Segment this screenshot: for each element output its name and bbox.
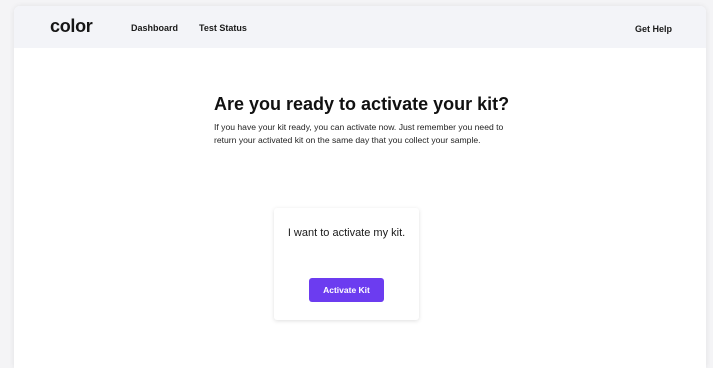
nav-test-status-link[interactable]: Test Status	[199, 22, 247, 34]
page-title: Are you ready to activate your kit?	[214, 94, 510, 114]
top-nav-bar: color Dashboard Test Status Get Help	[14, 6, 706, 48]
page-description: If you have your kit ready, you can acti…	[214, 122, 504, 145]
activate-kit-card-text: I want to activate my kit.	[287, 227, 406, 239]
get-help-link[interactable]: Get Help	[635, 23, 672, 35]
activation-intro: Are you ready to activate your kit? If y…	[214, 94, 524, 147]
nav-dashboard-link[interactable]: Dashboard	[131, 22, 178, 34]
app-window: color Dashboard Test Status Get Help Are…	[14, 6, 706, 368]
color-logo[interactable]: color	[50, 16, 93, 36]
activate-kit-card: I want to activate my kit. Activate Kit	[274, 208, 419, 320]
activate-kit-button[interactable]: Activate Kit	[309, 278, 384, 302]
